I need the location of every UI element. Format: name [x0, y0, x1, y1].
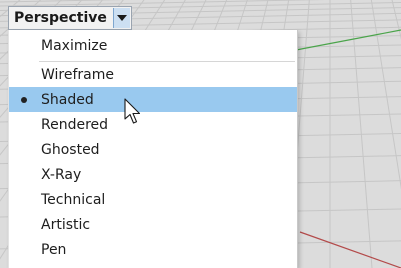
menu-item-label: Wireframe [41, 66, 115, 83]
menu-item-technical[interactable]: Technical [9, 187, 297, 212]
menu-item-shaded[interactable]: Shaded [9, 87, 297, 112]
menu-item-maximize[interactable]: Maximize [9, 33, 297, 58]
check-slot [9, 237, 38, 262]
menu-item-artistic[interactable]: Artistic [9, 212, 297, 237]
check-slot [9, 33, 38, 58]
check-slot [9, 112, 38, 137]
check-slot [9, 187, 38, 212]
check-slot [9, 87, 38, 112]
bullet-icon [20, 96, 27, 103]
menu-item-label: Shaded [41, 91, 94, 108]
menu-item-label: Ghosted [41, 141, 100, 158]
check-slot [9, 137, 38, 162]
menu-item-label: Artistic [41, 216, 91, 233]
menu-item-x-ray[interactable]: X-Ray [9, 162, 297, 187]
check-slot [9, 62, 38, 87]
menu-item-label: X-Ray [41, 166, 82, 183]
menu-item-label: Rendered [41, 116, 109, 133]
mouse-pointer-icon [124, 98, 141, 124]
display-mode-menu: Maximize Wireframe Shaded Rendered Ghost… [8, 30, 298, 268]
menu-item-label: Technical [41, 191, 106, 208]
menu-item-label: Maximize [41, 37, 108, 54]
menu-item-label: Pen [41, 241, 67, 258]
viewport-title-button[interactable]: Perspective [8, 6, 132, 30]
check-slot [9, 162, 38, 187]
viewport-menu-arrow-button[interactable] [112, 8, 130, 28]
menu-item-wireframe[interactable]: Wireframe [9, 62, 297, 87]
menu-item-pen[interactable]: Pen [9, 237, 297, 262]
triangle-down-icon [116, 15, 127, 21]
menu-item-ghosted[interactable]: Ghosted [9, 137, 297, 162]
menu-item-rendered[interactable]: Rendered [9, 112, 297, 137]
viewport-title[interactable]: Perspective [9, 7, 113, 29]
check-slot [9, 212, 38, 237]
